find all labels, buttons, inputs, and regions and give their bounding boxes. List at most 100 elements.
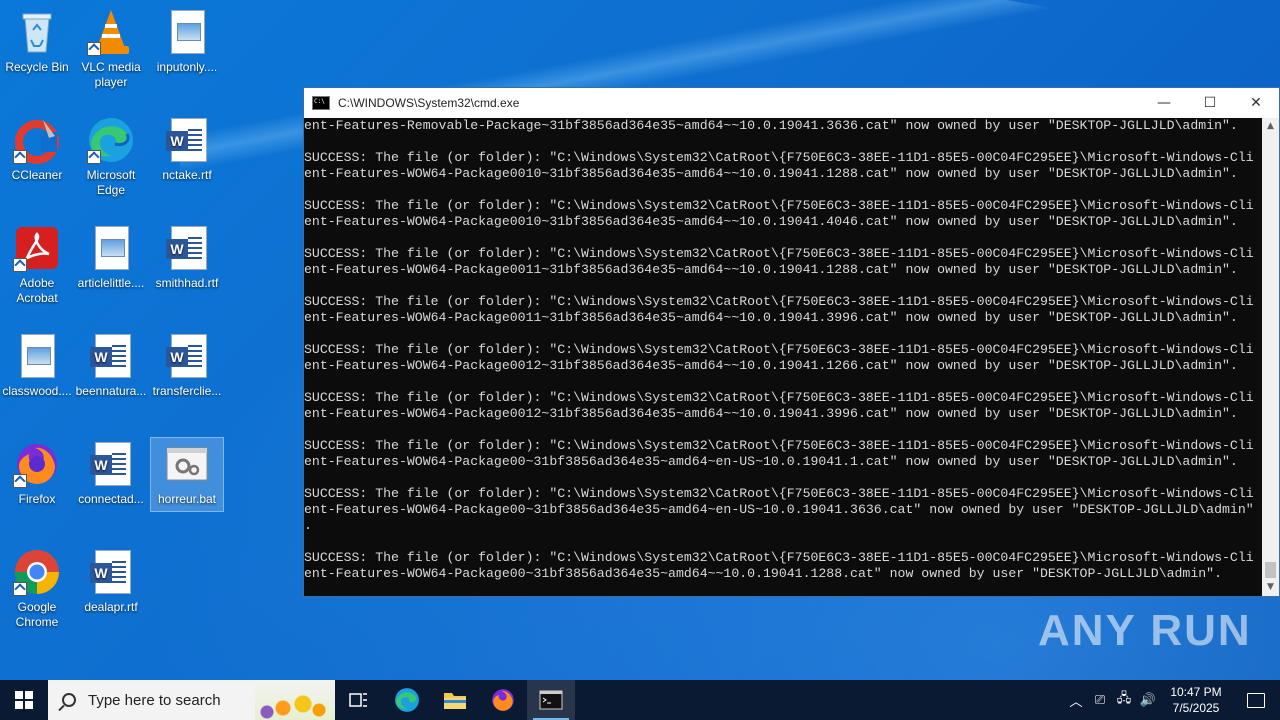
cmd-output-line [304,182,1262,198]
cmd-output[interactable]: ent-Features-Removable-Package~31bf3856a… [304,118,1262,596]
cmd-output-line [304,278,1262,294]
minimize-button[interactable]: — [1141,88,1187,118]
beennatura-file[interactable]: W beennatura... [75,332,147,399]
firefox-icon [492,689,514,711]
cmd-output-line: SUCCESS: The file (or folder): "C:\Windo… [304,390,1254,405]
word-document-icon: W [163,116,211,164]
maximize-button[interactable]: ☐ [1187,88,1233,118]
start-button[interactable] [0,680,48,720]
icon-label: horreur.bat [157,492,217,506]
cmd-output-line: . [304,518,312,533]
microsoft-edge-shortcut[interactable]: Microsoft Edge [75,116,147,198]
cmd-output-line: ent-Features-WOW64-Package0012~31bf3856a… [304,358,1238,373]
articlelittle-file[interactable]: articlelittle.... [75,224,147,291]
dealapr-file[interactable]: W dealapr.rtf [75,548,147,615]
show-hidden-icons-chevron-icon[interactable]: ︿ [1064,691,1088,710]
folder-icon [444,693,466,709]
shortcut-arrow-icon [13,474,27,488]
cmd-app-icon [312,96,330,110]
transferclie-file[interactable]: W transferclie... [151,332,223,399]
word-document-icon: W [163,224,211,272]
cmd-output-line: ent-Features-WOW64-Package0012~31bf3856a… [304,406,1238,421]
ccleaner-shortcut[interactable]: CCleaner [1,116,73,183]
taskbar-cmd-button[interactable] [527,680,575,720]
close-button[interactable]: ✕ [1233,88,1279,118]
vlc-icon [87,8,135,56]
recycle-bin-shortcut[interactable]: Recycle Bin [1,8,73,75]
icon-label: CCleaner [11,168,63,182]
firefox-shortcut[interactable]: Firefox [1,440,73,507]
network-icon[interactable]: 🖧 [1112,689,1136,711]
clock-time: 10:47 PM [1170,685,1222,699]
vlc-shortcut[interactable]: VLC media player [75,8,147,90]
system-tray: ︿ ⎚ 🖧 🔊 10:47 PM 7/5/2025 [1064,680,1280,720]
cmd-scrollbar[interactable]: ▲ ▼ [1262,118,1279,596]
shortcut-arrow-icon [87,150,101,164]
image-file-icon [13,332,61,380]
nctake-file[interactable]: W nctake.rtf [151,116,223,183]
cmd-output-line: SUCCESS: The file (or folder): "C:\Windo… [304,438,1254,453]
notification-center-button[interactable] [1232,680,1280,720]
scroll-up-arrow-icon[interactable]: ▲ [1262,118,1279,135]
clock-date: 7/5/2025 [1172,701,1220,715]
cmd-output-line: SUCCESS: The file (or folder): "C:\Windo… [304,246,1254,261]
icon-label: articlelittle.... [77,276,145,290]
device-icon[interactable]: ⎚ [1088,693,1112,708]
icon-label: beennatura... [75,384,147,398]
cmd-output-line: ent-Features-WOW64-Package0010~31bf3856a… [304,214,1238,229]
taskbar-clock[interactable]: 10:47 PM 7/5/2025 [1160,684,1232,716]
volume-icon[interactable]: 🔊 [1136,693,1160,708]
cmd-output-line: ent-Features-Removable-Package~31bf3856a… [304,118,1238,133]
icon-label: transferclie... [152,384,222,398]
scroll-thumb[interactable] [1265,562,1276,578]
adobe-acrobat-icon [13,224,61,272]
cmd-output-line: ent-Features-WOW64-Package00~31bf3856ad3… [304,502,1254,517]
google-chrome-shortcut[interactable]: Google Chrome [1,548,73,630]
cmd-output-line: SUCCESS: The file (or folder): "C:\Windo… [304,294,1254,309]
shortcut-arrow-icon [87,42,101,56]
icon-label: Adobe Acrobat [16,276,58,305]
word-document-icon: W [87,548,135,596]
cmd-output-line: ent-Features-WOW64-Package0010~31bf3856a… [304,166,1238,181]
cmd-window-title: C:\WINDOWS\System32\cmd.exe [338,96,520,110]
connectad-file[interactable]: W connectad... [75,440,147,507]
inputonly-file[interactable]: inputonly.... [151,8,223,75]
cmd-output-line: ent-Features-WOW64-Package0011~31bf3856a… [304,310,1238,325]
cmd-output-line: SUCCESS: The file (or folder): "C:\Windo… [304,550,1254,565]
cmd-output-line: ent-Features-WOW64-Package00~31bf3856ad3… [304,566,1222,581]
icon-label: dealapr.rtf [84,600,138,614]
notification-icon [1247,692,1265,708]
image-file-icon [163,8,211,56]
cmd-output-line: SUCCESS: The file (or folder): "C:\Windo… [304,198,1254,213]
classwood-file[interactable]: classwood.... [1,332,73,399]
cmd-output-line [304,422,1262,438]
adobe-acrobat-shortcut[interactable]: Adobe Acrobat [1,224,73,306]
search-icon [62,693,76,707]
smithhad-file[interactable]: W smithhad.rtf [151,224,223,291]
taskbar-file-explorer-button[interactable] [431,680,479,720]
scroll-down-arrow-icon[interactable]: ▼ [1262,579,1279,596]
chrome-icon [13,548,61,596]
cmd-titlebar[interactable]: C:\WINDOWS\System32\cmd.exe — ☐ ✕ [304,88,1279,118]
windows-logo-icon [15,691,33,709]
icon-label: smithhad.rtf [155,276,219,290]
cmd-window[interactable]: C:\WINDOWS\System32\cmd.exe — ☐ ✕ ent-Fe… [303,87,1280,597]
cmd-output-line: ent-Features-WOW64-Package0011~31bf3856a… [304,262,1238,277]
batch-file-icon [163,440,211,488]
icon-label: Recycle Bin [5,60,69,74]
shortcut-arrow-icon [13,582,27,596]
cmd-output-line [304,374,1262,390]
task-view-icon [349,693,367,707]
icon-label: Firefox [18,492,56,506]
taskbar-edge-button[interactable] [383,680,431,720]
icon-label: nctake.rtf [162,168,212,182]
icon-label: inputonly.... [156,60,218,74]
task-view-button[interactable] [335,680,383,720]
edge-icon [87,116,135,164]
cmd-output-line: SUCCESS: The file (or folder): "C:\Windo… [304,342,1254,357]
cmd-output-line [304,326,1262,342]
taskbar-firefox-button[interactable] [479,680,527,720]
horreur-bat-file[interactable]: horreur.bat [150,437,224,512]
ccleaner-icon [13,116,61,164]
taskbar-search-box[interactable]: Type here to search [48,680,335,720]
